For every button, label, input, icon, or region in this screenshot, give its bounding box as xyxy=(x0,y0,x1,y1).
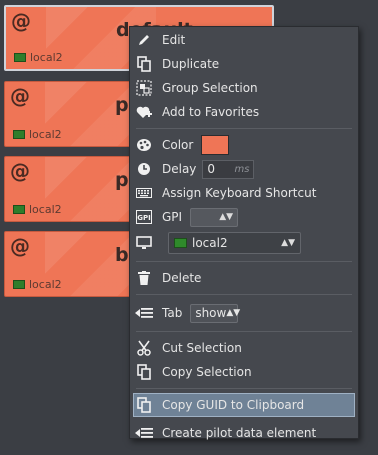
menu-item-tab: Tab show ▲▼ xyxy=(130,299,358,327)
monitor-icon xyxy=(13,280,25,289)
menu-separator xyxy=(136,331,352,332)
group-icon xyxy=(135,79,153,97)
card-host: local2 xyxy=(13,203,62,216)
at-icon: @ xyxy=(10,84,30,108)
monitor-icon xyxy=(13,205,25,214)
copy-icon xyxy=(135,363,153,381)
menu-item-delete[interactable]: Delete xyxy=(130,266,358,290)
card-host: local2 xyxy=(13,128,62,141)
menu-item-delay: Delay 0 ms xyxy=(130,157,358,181)
menu-separator xyxy=(136,294,352,295)
menu-item-create-pilot[interactable]: Create pilot data element xyxy=(130,421,358,445)
gpi-icon: GPI xyxy=(135,208,153,226)
context-menu: Edit Duplicate Group Selection Add to Fa… xyxy=(129,26,359,440)
menu-item-host: local2 ▲▼ xyxy=(130,229,358,257)
pencil-icon xyxy=(135,31,153,49)
tab-select[interactable]: show ▲▼ xyxy=(190,303,241,323)
host-select[interactable]: local2 ▲▼ xyxy=(168,232,301,254)
menu-separator xyxy=(136,261,352,262)
menu-separator xyxy=(136,388,352,389)
menu-item-color[interactable]: Color xyxy=(130,133,358,157)
at-icon: @ xyxy=(11,9,31,33)
monitor-icon xyxy=(174,238,187,248)
menu-item-assign-shortcut[interactable]: Assign Keyboard Shortcut xyxy=(130,181,358,205)
delay-input[interactable]: 0 ms xyxy=(202,159,255,179)
up-down-arrows-icon: ▲▼ xyxy=(219,212,234,222)
duplicate-icon xyxy=(135,55,153,73)
trash-icon xyxy=(135,269,153,287)
at-icon: @ xyxy=(10,234,30,258)
gpi-select[interactable]: ▲▼ xyxy=(190,207,239,227)
menu-item-add-favorites[interactable]: Add to Favorites xyxy=(130,100,358,124)
color-swatch[interactable] xyxy=(201,135,230,155)
card-host: local2 xyxy=(14,51,63,64)
menu-item-edit[interactable]: Edit xyxy=(130,28,358,52)
svg-text:GPI: GPI xyxy=(137,214,150,222)
menu-item-gpi: GPI GPI ▲▼ xyxy=(130,205,358,229)
scissors-icon xyxy=(135,339,153,357)
menu-item-group-selection[interactable]: Group Selection xyxy=(130,76,358,100)
monitor-icon xyxy=(14,53,26,62)
menu-item-cut-selection[interactable]: Cut Selection xyxy=(130,336,358,360)
clock-icon xyxy=(135,160,153,178)
palette-icon xyxy=(135,136,153,154)
menu-item-copy-selection[interactable]: Copy Selection xyxy=(130,360,358,384)
menu-item-copy-guid[interactable]: Copy GUID to Clipboard xyxy=(133,393,355,417)
up-down-arrows-icon: ▲▼ xyxy=(281,238,295,248)
keyboard-icon xyxy=(135,184,153,202)
monitor-icon xyxy=(135,234,153,252)
at-icon: @ xyxy=(10,159,30,183)
heart-plus-icon xyxy=(135,103,153,121)
tab-icon xyxy=(135,304,153,322)
menu-separator xyxy=(136,128,352,129)
pilot-icon xyxy=(135,424,153,442)
card-host: local2 xyxy=(13,278,62,291)
up-down-arrows-icon: ▲▼ xyxy=(226,308,241,318)
monitor-icon xyxy=(13,130,25,139)
copy-icon xyxy=(135,396,153,414)
menu-item-duplicate[interactable]: Duplicate xyxy=(130,52,358,76)
